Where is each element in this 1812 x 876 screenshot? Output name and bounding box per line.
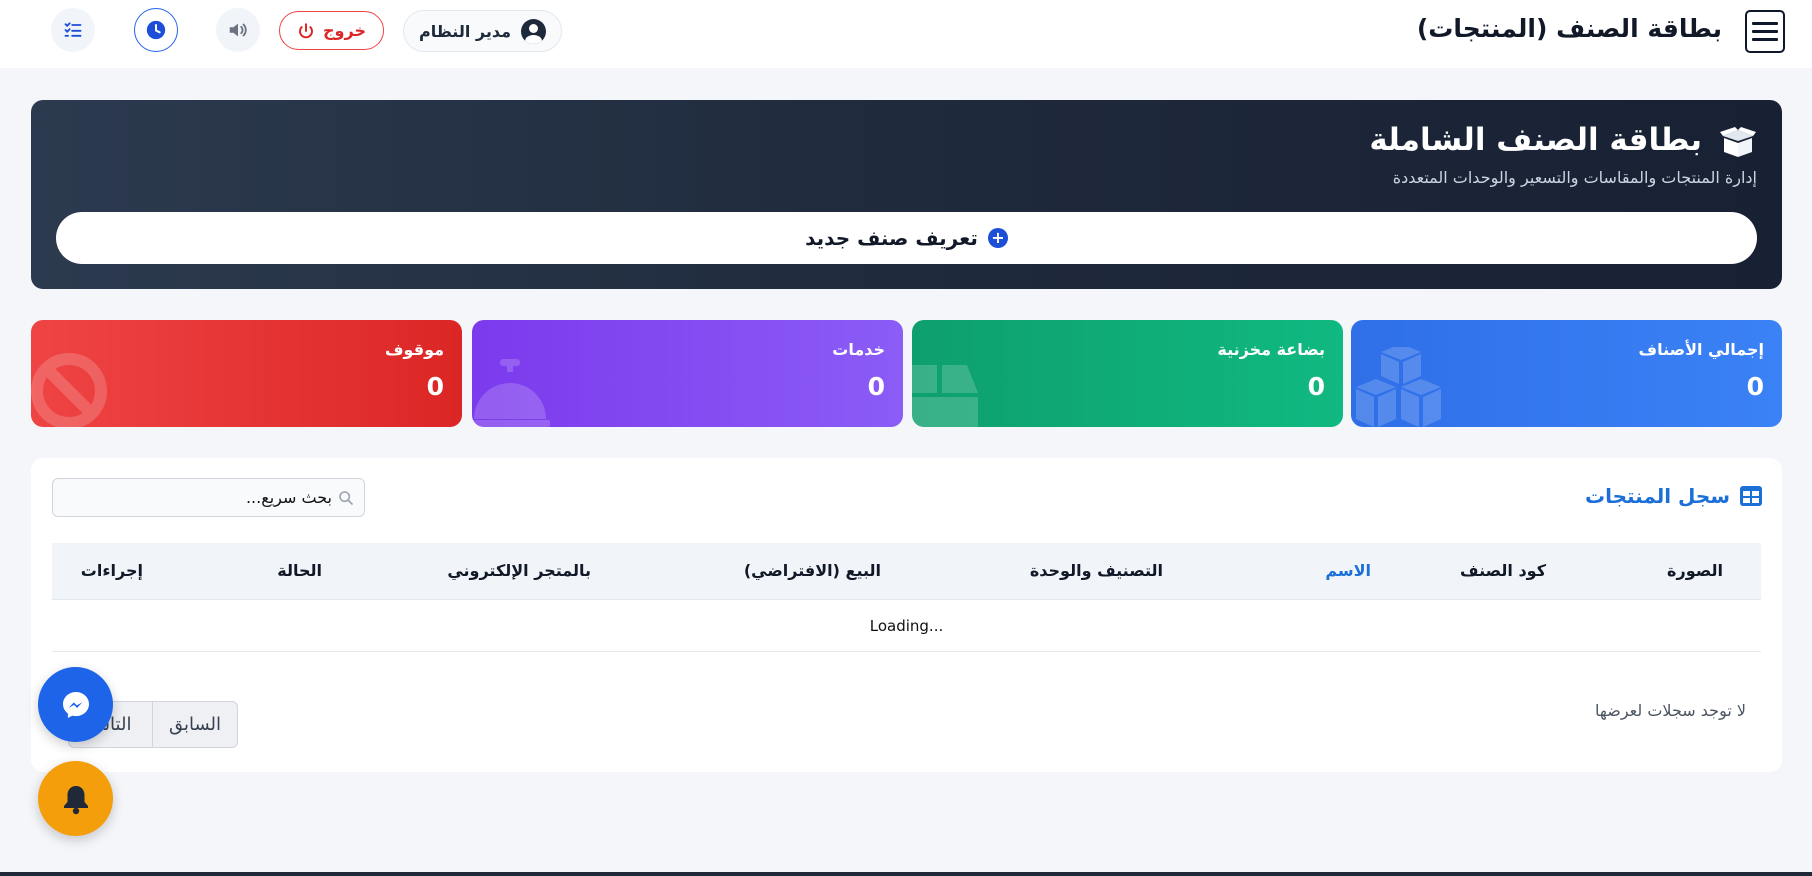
panel-title: سجل المنتجات bbox=[1585, 484, 1762, 508]
hamburger-icon-line bbox=[1752, 38, 1778, 41]
hero-panel: بطاقة الصنف الشاملة إدارة المنتجات والمق… bbox=[31, 100, 1782, 289]
concierge-bell-icon bbox=[472, 359, 550, 427]
clock-icon bbox=[146, 20, 166, 40]
stat-card-total-items: إجمالي الأصناف 0 bbox=[1351, 320, 1782, 427]
loading-row: Loading... bbox=[52, 600, 1761, 652]
cubes-icon bbox=[1356, 347, 1441, 427]
empty-state-text: لا توجد سجلات لعرضها bbox=[1595, 701, 1746, 720]
page-title: بطاقة الصنف (المنتجات) bbox=[1416, 14, 1722, 43]
hamburger-icon-line bbox=[1752, 22, 1778, 25]
tasks-button[interactable] bbox=[51, 8, 95, 52]
search-input[interactable] bbox=[72, 488, 332, 507]
bottom-edge-bar bbox=[0, 872, 1812, 876]
panel-title-label: سجل المنتجات bbox=[1584, 484, 1730, 508]
column-header-category-unit[interactable]: التصنيف والوحدة bbox=[1030, 561, 1163, 580]
checklist-icon bbox=[64, 22, 82, 37]
logout-button[interactable]: خروج bbox=[279, 11, 384, 50]
messenger-chat-button[interactable] bbox=[38, 667, 113, 742]
hero-subtitle: إدارة المنتجات والمقاسات والتسعير والوحد… bbox=[1392, 168, 1757, 187]
column-header-online-store[interactable]: بالمتجر الإلكتروني bbox=[447, 561, 591, 580]
notifications-button[interactable] bbox=[38, 761, 113, 836]
column-header-actions: إجراءات bbox=[80, 561, 143, 580]
new-item-label: تعريف صنف جديد bbox=[805, 226, 978, 250]
new-item-button[interactable]: + تعريف صنف جديد bbox=[56, 212, 1757, 264]
stat-value: 0 bbox=[1307, 372, 1325, 401]
hero-title: بطاقة الصنف الشاملة bbox=[1369, 122, 1702, 158]
bell-icon bbox=[63, 785, 88, 814]
search-icon bbox=[339, 490, 353, 505]
stat-card-services: خدمات 0 bbox=[472, 320, 903, 427]
table-icon bbox=[1740, 486, 1762, 506]
products-panel: سجل المنتجات الصورة كود الصنف الاسم التص… bbox=[31, 458, 1782, 772]
box-icon bbox=[912, 365, 978, 427]
user-avatar-icon bbox=[521, 18, 547, 44]
stat-card-stock-goods: بضاعة مخزنية 0 bbox=[912, 320, 1343, 427]
box-open-icon bbox=[1719, 126, 1757, 162]
user-menu-button[interactable]: مدير النظام bbox=[403, 10, 562, 52]
stat-value: 0 bbox=[867, 372, 885, 401]
column-header-name[interactable]: الاسم bbox=[1325, 561, 1371, 580]
plus-circle-icon: + bbox=[987, 228, 1008, 248]
column-header-code[interactable]: كود الصنف bbox=[1460, 561, 1546, 580]
column-header-sale-price[interactable]: البيع (الافتراضي) bbox=[744, 561, 881, 580]
table-header: الصورة كود الصنف الاسم التصنيف والوحدة ا… bbox=[52, 543, 1761, 600]
stat-label: موقوف bbox=[384, 340, 444, 359]
power-icon bbox=[299, 22, 313, 38]
user-name-label: مدير النظام bbox=[418, 21, 512, 41]
top-bar: بطاقة الصنف (المنتجات) مدير النظام خروج bbox=[0, 0, 1812, 68]
menu-toggle-button[interactable] bbox=[1745, 10, 1785, 53]
stat-value: 0 bbox=[426, 372, 444, 401]
stat-value: 0 bbox=[1746, 372, 1764, 401]
attendance-clock-button[interactable] bbox=[134, 8, 178, 52]
search-box bbox=[52, 478, 365, 517]
speaker-icon bbox=[229, 23, 247, 37]
stat-label: إجمالي الأصناف bbox=[1638, 340, 1765, 359]
logout-label: خروج bbox=[323, 21, 366, 40]
stat-label: خدمات bbox=[832, 340, 885, 359]
column-header-image[interactable]: الصورة bbox=[1667, 561, 1723, 580]
sound-toggle-button[interactable] bbox=[216, 8, 260, 52]
ban-icon bbox=[31, 353, 107, 427]
column-header-status[interactable]: الحالة bbox=[277, 561, 322, 580]
stat-card-stopped: موقوف 0 bbox=[31, 320, 462, 427]
stat-label: بضاعة مخزنية bbox=[1217, 340, 1325, 359]
messenger-icon bbox=[62, 691, 89, 718]
hamburger-icon-line bbox=[1752, 30, 1778, 33]
previous-page-button[interactable]: السابق bbox=[153, 702, 237, 747]
